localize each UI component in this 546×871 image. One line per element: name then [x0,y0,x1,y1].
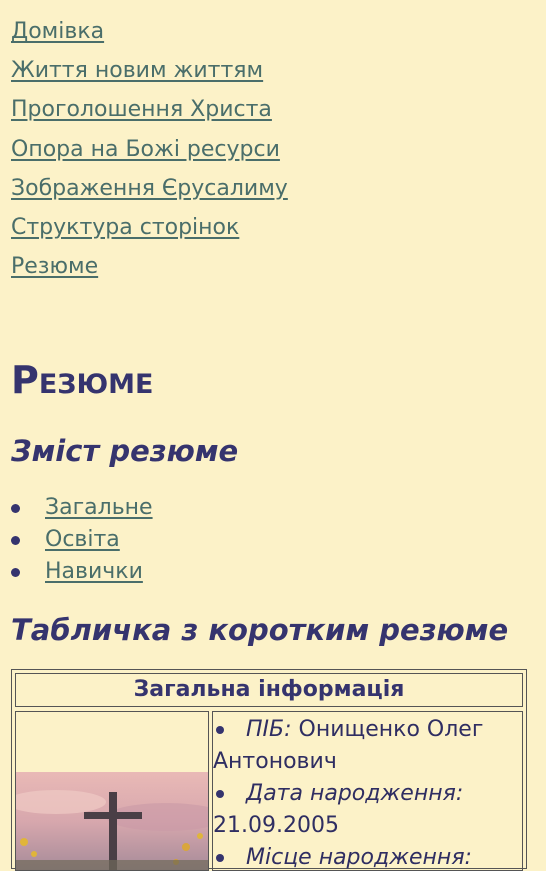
info-label: Дата народження: [246,781,464,806]
info-label: ПІБ: [246,717,292,742]
toc-link-skills[interactable]: Навички [45,559,143,584]
page-title: Резюме [11,358,154,402]
info-item: Місце народження: [213,842,518,870]
bullet-icon [216,854,224,862]
table-heading: Табличка з коротким резюме [11,613,509,647]
nav-link-new-life[interactable]: Життя новим життям [11,55,288,94]
toc-link-education[interactable]: Освіта [45,527,120,552]
bullet-icon [11,504,20,513]
bullet-icon [11,536,20,545]
main-nav: Домівка Життя новим життям Проголошення … [11,16,288,290]
toc-heading: Зміст резюме [11,434,239,468]
nav-link-gods-resources[interactable]: Опора на Божі ресурси [11,134,288,173]
toc-list: Загальне Освіта Навички [11,492,153,588]
bullet-icon [216,726,224,734]
bullet-icon [216,790,224,798]
table-header-cell: Загальна інформація [15,673,523,707]
nav-link-page-structure[interactable]: Структура сторінок [11,212,288,251]
toc-link-general[interactable]: Загальне [45,495,153,520]
info-value: 21.09.2005 [213,813,339,838]
nav-link-proclaim-christ[interactable]: Проголошення Христа [11,94,288,133]
info-cell: ПІБ: Онищенко Олег Антонович Дата народж… [212,711,523,871]
info-item: Дата народження: 21.09.2005 [213,778,518,842]
nav-link-home[interactable]: Домівка [11,16,288,55]
photo-cell [15,711,209,871]
toc-item: Навички [11,556,153,588]
toc-item: Загальне [11,492,153,524]
nav-link-resume[interactable]: Резюме [11,251,288,290]
resume-table: Загальна інформація ПІБ: Онищенко Олег А… [11,669,527,871]
info-item: ПІБ: Онищенко Олег Антонович [213,714,518,778]
cross-photo [16,772,208,870]
nav-link-jerusalem[interactable]: Зображення Єрусалиму [11,173,288,212]
toc-item: Освіта [11,524,153,556]
info-list: ПІБ: Онищенко Олег Антонович Дата народж… [213,714,518,870]
bullet-icon [11,568,20,577]
